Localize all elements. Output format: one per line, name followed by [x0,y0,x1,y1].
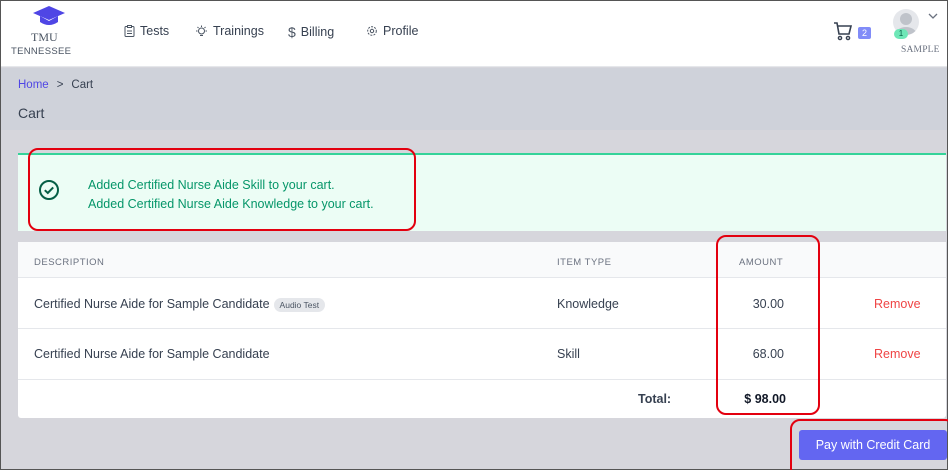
nav-billing-label: Billing [300,25,335,39]
lightbulb-icon [196,25,207,36]
gear-icon [367,26,377,36]
user-name: SAMPLE [901,45,940,55]
nav-billing[interactable]: $ Billing [288,24,334,40]
chevron-down-icon[interactable] [928,13,938,20]
nav-profile[interactable]: Profile [366,24,418,38]
cart-icon[interactable] [833,21,853,41]
nav-tests-label: Tests [140,24,170,38]
breadcrumb: Home > Cart [18,79,93,91]
remove-button[interactable]: Remove [874,347,921,361]
graduation-cap-icon [33,6,65,25]
highlight-annotation [28,148,416,231]
row-description: Certified Nurse Aide for Sample Candidat… [34,347,270,361]
logo[interactable]: TMU TENNESSEE [11,5,87,63]
breadcrumb-separator: > [56,79,64,91]
brand-line2: TENNESSEE [11,46,72,57]
breadcrumb-current: Cart [71,79,94,91]
row-item-type: Skill [557,347,580,361]
highlight-annotation [716,235,820,415]
total-label: Total: [638,392,672,406]
nav-profile-label: Profile [383,24,419,38]
avatar-badge: 1 [894,29,908,39]
breadcrumb-home-link[interactable]: Home [18,79,49,91]
nav-trainings[interactable]: Trainings [195,24,264,38]
row-description: Certified Nurse Aide for Sample Candidat… [34,297,270,311]
dollar-icon: $ [288,24,296,40]
remove-button[interactable]: Remove [874,297,921,311]
highlight-annotation [790,419,948,470]
header-item-type: ITEM TYPE [557,257,612,268]
nav-tests[interactable]: Tests [124,24,169,38]
page-header [1,68,947,130]
brand-line1: TMU [31,30,58,44]
header-description: DESCRIPTION [34,257,105,268]
audio-test-tag: Audio Test [273,297,326,312]
clipboard-icon [124,25,135,37]
table-row: Certified Nurse Aide for Sample Candidat… [34,297,326,312]
cart-count-badge: 2 [858,27,871,39]
page-title: Cart [18,105,45,121]
nav-trainings-label: Trainings [213,24,264,38]
row-item-type: Knowledge [557,297,619,311]
